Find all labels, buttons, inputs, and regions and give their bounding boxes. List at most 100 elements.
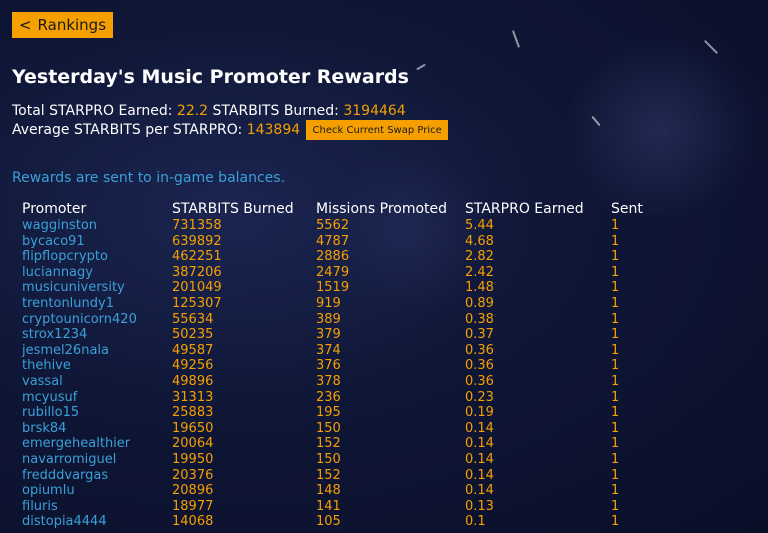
starbits-burned: 462251 <box>172 249 222 265</box>
average-label: Average STARBITS per STARPRO: <box>12 122 243 138</box>
starpro-earned: 0.14 <box>465 451 494 467</box>
summary-totals: Total STARPRO Earned: 22.2 STARBITS Burn… <box>12 103 406 119</box>
missions-promoted: 1519 <box>316 280 350 296</box>
promoter-name[interactable]: brsk84 <box>22 421 172 437</box>
table-row: distopia4444 14068 105 0.1 1 <box>22 514 651 530</box>
starbits-burned: 20376 <box>172 467 214 483</box>
starbits-burned: 387206 <box>172 264 222 280</box>
starpro-earned: 0.36 <box>465 342 494 358</box>
table-row: bycaco91 639892 4787 4.68 1 <box>22 234 651 250</box>
sent: 1 <box>611 498 620 514</box>
promoter-name[interactable]: musicuniversity <box>22 280 172 296</box>
sent: 1 <box>611 514 620 530</box>
promoter-name[interactable]: filuris <box>22 499 172 515</box>
starbits-burned: 639892 <box>172 233 222 249</box>
promoter-name[interactable]: bycaco91 <box>22 234 172 250</box>
sent: 1 <box>611 218 620 233</box>
starpro-earned: 5.44 <box>465 218 494 233</box>
background-streak <box>591 115 601 127</box>
missions-promoted: 141 <box>316 498 341 514</box>
starbits-burned: 14068 <box>172 514 214 530</box>
total-starpro-value: 22.2 <box>176 103 209 119</box>
sent: 1 <box>611 483 620 499</box>
back-button-label: Rankings <box>37 16 107 34</box>
starpro-earned: 0.19 <box>465 405 494 421</box>
back-to-rankings-button[interactable]: < Rankings <box>12 12 113 38</box>
rewards-table: Promoter STARBITS Burned Missions Promot… <box>22 200 651 530</box>
table-row: emergehealthier 20064 152 0.14 1 <box>22 436 651 452</box>
starpro-earned: 0.1 <box>465 514 486 530</box>
starpro-earned: 0.36 <box>465 358 494 374</box>
summary-average: Average STARBITS per STARPRO: 143894 Che… <box>12 120 449 140</box>
promoter-name[interactable]: mcyusuf <box>22 390 172 406</box>
starbits-burned: 125307 <box>172 295 222 311</box>
promoter-name[interactable]: thehive <box>22 358 172 374</box>
starpro-earned: 2.42 <box>465 264 494 280</box>
missions-promoted: 919 <box>316 295 341 311</box>
promoter-name[interactable]: distopia4444 <box>22 514 172 530</box>
promoter-name[interactable]: emergehealthier <box>22 436 172 452</box>
promoter-name[interactable]: luciannagy <box>22 265 172 281</box>
starpro-earned: 0.14 <box>465 467 494 483</box>
table-row: wagginston 731358 5562 5.44 1 <box>22 218 651 234</box>
table-row: flipflopcrypto 462251 2886 2.82 1 <box>22 249 651 265</box>
promoter-name[interactable]: rubillo15 <box>22 405 172 421</box>
starbits-burned: 20064 <box>172 436 214 452</box>
starpro-earned: 0.89 <box>465 295 494 311</box>
starpro-earned: 2.82 <box>465 249 494 265</box>
promoter-name[interactable]: vassal <box>22 374 172 390</box>
sent: 1 <box>611 342 620 358</box>
starbits-burned: 731358 <box>172 218 222 233</box>
header-starbits-burned: STARBITS Burned <box>172 201 294 217</box>
promoter-name[interactable]: strox1234 <box>22 327 172 343</box>
promoter-name[interactable]: opiumlu <box>22 483 172 499</box>
sent: 1 <box>611 264 620 280</box>
missions-promoted: 150 <box>316 420 341 436</box>
starbits-burned: 18977 <box>172 498 214 514</box>
sent: 1 <box>611 311 620 327</box>
average-value: 143894 <box>246 122 301 138</box>
missions-promoted: 4787 <box>316 233 350 249</box>
sent: 1 <box>611 373 620 389</box>
table-row: strox1234 50235 379 0.37 1 <box>22 327 651 343</box>
background-streak <box>511 30 521 48</box>
starpro-earned: 0.14 <box>465 436 494 452</box>
promoter-name[interactable]: jesmel26nala <box>22 343 172 359</box>
missions-promoted: 148 <box>316 483 341 499</box>
promoter-name[interactable]: flipflopcrypto <box>22 249 172 265</box>
starbits-burned: 50235 <box>172 327 214 343</box>
starbits-burned: 201049 <box>172 280 222 296</box>
header-promoter: Promoter <box>22 201 87 217</box>
promoter-name[interactable]: navarromiguel <box>22 452 172 468</box>
sent: 1 <box>611 389 620 405</box>
starpro-earned: 0.38 <box>465 311 494 327</box>
sent: 1 <box>611 295 620 311</box>
starpro-earned: 0.23 <box>465 389 494 405</box>
promoter-name[interactable]: fredddvargas <box>22 468 172 484</box>
missions-promoted: 2886 <box>316 249 350 265</box>
starbits-burned: 49587 <box>172 342 214 358</box>
starpro-earned: 0.37 <box>465 327 494 343</box>
starbits-burned: 19950 <box>172 451 214 467</box>
starbits-burned: 31313 <box>172 389 214 405</box>
promoter-name[interactable]: trentonlundy1 <box>22 296 172 312</box>
table-row: mcyusuf 31313 236 0.23 1 <box>22 390 651 406</box>
sent: 1 <box>611 358 620 374</box>
starbits-burned: 19650 <box>172 420 214 436</box>
starbits-burned: 49256 <box>172 358 214 374</box>
table-row: trentonlundy1 125307 919 0.89 1 <box>22 296 651 312</box>
header-missions-promoted: Missions Promoted <box>316 201 448 217</box>
sent: 1 <box>611 249 620 265</box>
sent: 1 <box>611 280 620 296</box>
header-sent: Sent <box>611 201 643 217</box>
table-row: musicuniversity 201049 1519 1.48 1 <box>22 280 651 296</box>
table-row: navarromiguel 19950 150 0.14 1 <box>22 452 651 468</box>
missions-promoted: 150 <box>316 451 341 467</box>
chevron-left-icon: < <box>18 16 32 34</box>
table-header-row: Promoter STARBITS Burned Missions Promot… <box>22 200 651 218</box>
promoter-name[interactable]: cryptounicorn420 <box>22 312 172 328</box>
total-starpro-label: Total STARPRO Earned: <box>12 103 173 119</box>
page-title: Yesterday's Music Promoter Rewards <box>12 66 409 88</box>
promoter-name[interactable]: wagginston <box>22 218 172 234</box>
check-swap-price-button[interactable]: Check Current Swap Price <box>306 120 449 140</box>
